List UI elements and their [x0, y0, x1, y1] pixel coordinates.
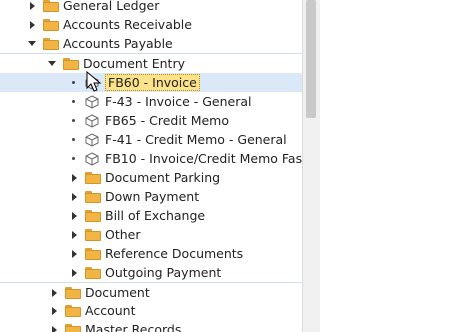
folder-icon — [85, 228, 101, 241]
tree-node-outgoing-payment[interactable]: Outgoing Payment — [0, 263, 302, 282]
folder-icon — [85, 171, 101, 184]
vertical-scrollbar[interactable] — [302, 0, 320, 332]
tree-node-f43[interactable]: F-43 - Invoice - General — [0, 92, 302, 111]
folder-icon — [43, 18, 59, 31]
expand-arrow-icon[interactable] — [72, 211, 77, 220]
tree-node-label: Master Records — [85, 322, 182, 332]
scrollbar-thumb[interactable] — [306, 0, 316, 118]
tree-node-document-entry[interactable]: Document Entry — [0, 53, 302, 73]
menu-tree: General Ledger Accounts Receivable Accou… — [0, 0, 302, 332]
tree-node-label: Bill of Exchange — [105, 208, 206, 223]
tree-node-document-parking[interactable]: Document Parking — [0, 168, 302, 187]
tree-node-label: Accounts Payable — [63, 36, 173, 51]
expand-arrow-icon[interactable] — [52, 306, 57, 315]
bullet-icon — [72, 81, 75, 84]
collapse-arrow-icon[interactable] — [48, 61, 56, 66]
tree-node-document[interactable]: Document — [0, 282, 302, 302]
expand-arrow-icon[interactable] — [72, 268, 77, 277]
transaction-cube-icon — [85, 113, 99, 128]
tree-node-label: F-41 - Credit Memo - General — [105, 132, 287, 147]
folder-icon — [85, 247, 101, 260]
folder-icon — [85, 190, 101, 203]
tree-node-label: Document Parking — [105, 170, 221, 185]
tree-node-accounts-receivable[interactable]: Accounts Receivable — [0, 15, 302, 34]
folder-icon — [65, 286, 81, 299]
transaction-cube-icon — [85, 132, 99, 147]
bullet-icon — [72, 119, 75, 122]
tree-node-label: FB65 - Credit Memo — [105, 113, 229, 128]
mouse-pointer-icon — [86, 71, 102, 92]
tree-node-master-records[interactable]: Master Records — [0, 320, 302, 332]
tree-node-account[interactable]: Account — [0, 301, 302, 320]
transaction-cube-icon — [85, 94, 99, 109]
tree-node-label: Document Entry — [83, 56, 185, 71]
transaction-cube-icon — [85, 151, 99, 166]
bullet-icon — [72, 138, 75, 141]
folder-icon — [43, 0, 59, 12]
tree-node-reference-documents[interactable]: Reference Documents — [0, 244, 302, 263]
folder-icon — [85, 209, 101, 222]
collapse-arrow-icon[interactable] — [28, 41, 36, 46]
expand-arrow-icon[interactable] — [72, 192, 77, 201]
tree-node-fb10[interactable]: FB10 - Invoice/Credit Memo Fast — [0, 149, 302, 168]
tree-node-label: Accounts Receivable — [63, 17, 192, 32]
tree-node-label: Other — [105, 227, 141, 242]
tree-node-f41[interactable]: F-41 - Credit Memo - General — [0, 130, 302, 149]
expand-arrow-icon[interactable] — [30, 1, 35, 10]
bullet-icon — [72, 100, 75, 103]
expand-arrow-icon[interactable] — [52, 288, 57, 297]
expand-arrow-icon[interactable] — [30, 20, 35, 29]
expand-arrow-icon[interactable] — [72, 230, 77, 239]
tree-node-down-payment[interactable]: Down Payment — [0, 187, 302, 206]
tree-node-general-ledger[interactable]: General Ledger — [0, 0, 302, 15]
folder-icon — [63, 57, 79, 70]
tree-node-label: F-43 - Invoice - General — [105, 94, 252, 109]
tree-node-label: Outgoing Payment — [105, 265, 222, 280]
tree-node-label: Down Payment — [105, 189, 200, 204]
tree-node-fb60[interactable]: FB60 - Invoice — [0, 73, 302, 92]
tree-node-bill-of-exchange[interactable]: Bill of Exchange — [0, 206, 302, 225]
folder-icon — [85, 266, 101, 279]
tree-node-label: FB10 - Invoice/Credit Memo Fast — [105, 151, 302, 166]
tree-node-fb65[interactable]: FB65 - Credit Memo — [0, 111, 302, 130]
folder-icon — [43, 37, 59, 50]
folder-icon — [65, 304, 81, 317]
expand-arrow-icon[interactable] — [72, 249, 77, 258]
tree-node-label: FB60 - Invoice — [105, 74, 200, 91]
folder-icon — [65, 323, 81, 332]
tree-node-label: Document — [85, 285, 150, 300]
expand-arrow-icon[interactable] — [52, 325, 57, 332]
tree-node-label: Reference Documents — [105, 246, 244, 261]
tree-node-accounts-payable[interactable]: Accounts Payable — [0, 34, 302, 53]
tree-node-other[interactable]: Other — [0, 225, 302, 244]
bullet-icon — [72, 157, 75, 160]
tree-node-label: Account — [85, 303, 136, 318]
tree-node-label: General Ledger — [63, 0, 160, 13]
expand-arrow-icon[interactable] — [72, 173, 77, 182]
